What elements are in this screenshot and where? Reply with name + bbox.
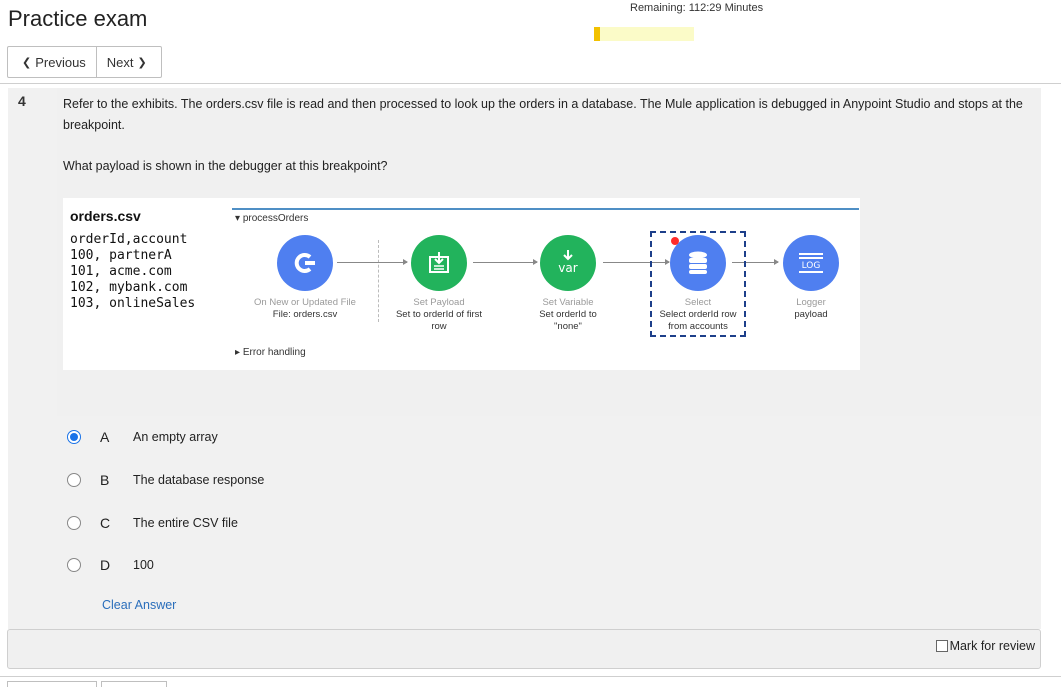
answer-option-d[interactable]: D 100 bbox=[62, 550, 462, 580]
mark-for-review-checkbox[interactable] bbox=[935, 640, 948, 652]
answer-option-b[interactable]: B The database response bbox=[62, 465, 462, 495]
csv-line: 101, acme.com bbox=[70, 264, 172, 279]
flow-connector-arrow bbox=[337, 259, 408, 265]
node-label-file: On New or Updated File File: orders.csv bbox=[254, 297, 356, 320]
footer-button-partial[interactable] bbox=[7, 681, 97, 687]
radio-button[interactable] bbox=[67, 516, 81, 530]
question-number: 4 bbox=[18, 93, 26, 109]
breakpoint-icon bbox=[671, 237, 679, 245]
option-letter: C bbox=[100, 515, 111, 531]
flow-name: ▾ processOrders bbox=[235, 213, 309, 224]
question-navigation: ❮ Previous Next ❯ bbox=[7, 46, 162, 78]
header-divider bbox=[0, 83, 1061, 84]
node-label-set-payload: Set Payload Set to orderId of first row bbox=[395, 297, 483, 332]
csv-line: 102, mybank.com bbox=[70, 280, 188, 295]
exhibit-image: orders.csv orderId,account 100, partnerA… bbox=[63, 198, 860, 370]
previous-button[interactable]: ❮ Previous bbox=[8, 47, 96, 77]
question-text: Refer to the exhibits. The orders.csv fi… bbox=[63, 97, 1023, 132]
csv-file-title: orders.csv bbox=[70, 208, 141, 224]
option-text: 100 bbox=[133, 558, 154, 572]
node-label-set-variable: Set Variable Set orderId to "none" bbox=[539, 297, 597, 332]
next-button[interactable]: Next ❯ bbox=[95, 47, 161, 77]
node-label-logger: Logger payload bbox=[794, 297, 828, 320]
option-text: An empty array bbox=[133, 430, 218, 444]
option-letter: B bbox=[100, 472, 110, 488]
error-handling-section: ▸ Error handling bbox=[235, 347, 306, 358]
chevron-right-icon: ❯ bbox=[137, 56, 147, 69]
chevron-left-icon: ❮ bbox=[22, 56, 32, 69]
mark-for-review-toggle[interactable]: Mark for review bbox=[935, 639, 1035, 653]
option-text: The database response bbox=[133, 473, 265, 487]
review-bar: Mark for review bbox=[7, 629, 1041, 669]
flow-connector-arrow bbox=[473, 259, 538, 265]
set-payload-icon bbox=[411, 235, 467, 291]
svg-text:var: var bbox=[558, 261, 577, 275]
csv-file-contents: orderId,account 100, partnerA 101, acme.… bbox=[70, 232, 195, 312]
answer-option-c[interactable]: C The entire CSV file bbox=[62, 508, 462, 538]
clear-answer-link[interactable]: Clear Answer bbox=[102, 598, 176, 612]
csv-line: 103, onlineSales bbox=[70, 296, 196, 311]
answer-option-a[interactable]: A An empty array bbox=[62, 422, 462, 452]
page-title: Practice exam bbox=[8, 6, 148, 31]
mark-for-review-label: Mark for review bbox=[949, 639, 1035, 653]
option-text: The entire CSV file bbox=[133, 516, 238, 530]
csv-line: 100, partnerA bbox=[70, 248, 172, 263]
file-listener-icon bbox=[277, 235, 333, 291]
logger-icon: LOG bbox=[783, 235, 839, 291]
footer-divider bbox=[0, 676, 1061, 677]
csv-line: orderId,account bbox=[70, 232, 188, 247]
time-remaining-label: Remaining: 112:29 Minutes bbox=[630, 2, 764, 14]
previous-label: Previous bbox=[35, 54, 86, 70]
source-separator bbox=[378, 240, 379, 322]
option-letter: D bbox=[100, 557, 111, 573]
radio-button[interactable] bbox=[67, 473, 81, 487]
time-remaining-fill bbox=[594, 27, 600, 41]
question-prompt: What payload is shown in the debugger at… bbox=[63, 159, 388, 173]
mule-flow-diagram: ▾ processOrders var LOG On New or Update… bbox=[232, 208, 859, 368]
footer-button-partial[interactable] bbox=[101, 681, 167, 687]
option-letter: A bbox=[100, 429, 110, 445]
radio-button[interactable] bbox=[67, 558, 81, 572]
radio-button[interactable] bbox=[67, 430, 81, 444]
node-label-select: Select Select orderId row from accounts bbox=[659, 297, 737, 332]
svg-text:LOG: LOG bbox=[802, 261, 821, 271]
set-variable-icon: var bbox=[540, 235, 596, 291]
time-remaining-bar bbox=[594, 27, 694, 41]
next-label: Next bbox=[106, 54, 134, 70]
